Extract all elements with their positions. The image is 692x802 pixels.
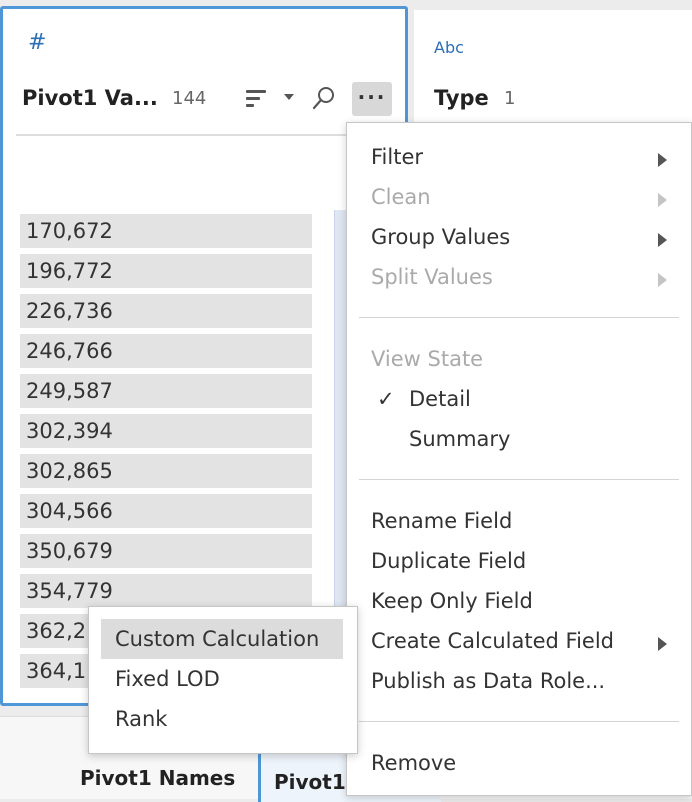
menu-item-create-calculated-field[interactable]: Create Calculated Field: [371, 629, 614, 653]
menu-item-remove[interactable]: Remove: [371, 751, 456, 775]
submenu-item-custom-calculation[interactable]: Custom Calculation: [115, 627, 319, 651]
menu-item-clean: Clean: [371, 185, 431, 209]
number-type-icon: #: [28, 30, 47, 55]
menu-item-group-values[interactable]: Group Values: [371, 225, 510, 249]
chevron-right-icon: [658, 153, 667, 167]
field-count: 144: [172, 88, 207, 109]
more-options-button[interactable]: ···: [352, 82, 392, 116]
menu-divider: [359, 479, 679, 480]
menu-divider: [359, 721, 679, 722]
header-divider: [16, 134, 394, 136]
abc-icon: Abc: [434, 38, 464, 57]
menu-item-keep-only-field[interactable]: Keep Only Field: [371, 589, 533, 613]
menu-item-summary[interactable]: Summary: [409, 427, 510, 451]
list-item[interactable]: 302,394: [20, 414, 312, 448]
list-item[interactable]: 196,772: [20, 254, 312, 288]
list-item[interactable]: 350,679: [20, 534, 312, 568]
column-header-pivot1[interactable]: Pivot1: [274, 770, 346, 794]
menu-heading-view-state: View State: [371, 347, 484, 371]
list-item[interactable]: 249,587: [20, 374, 312, 408]
menu-item-publish-as-data-role[interactable]: Publish as Data Role...: [371, 669, 605, 693]
chevron-right-icon: [658, 273, 667, 287]
menu-item-detail[interactable]: Detail: [409, 387, 471, 411]
list-item[interactable]: 354,779: [20, 574, 312, 608]
column-header-pivot1-names[interactable]: Pivot1 Names: [80, 766, 235, 790]
list-item[interactable]: 302,865: [20, 454, 312, 488]
sort-dropdown-icon[interactable]: [284, 94, 294, 100]
list-item[interactable]: 246,766: [20, 334, 312, 368]
field-context-menu: Filter Clean Group Values Split Values V…: [346, 122, 692, 796]
submenu-item-rank[interactable]: Rank: [115, 707, 167, 731]
menu-item-duplicate-field[interactable]: Duplicate Field: [371, 549, 526, 573]
field-name[interactable]: Pivot1 Va...: [22, 86, 158, 110]
menu-divider: [359, 317, 679, 318]
list-item[interactable]: 226,736: [20, 294, 312, 328]
list-item[interactable]: 304,566: [20, 494, 312, 528]
list-item[interactable]: 170,672: [20, 214, 312, 248]
calculated-field-submenu: Custom Calculation Fixed LOD Rank: [88, 606, 358, 754]
submenu-item-fixed-lod[interactable]: Fixed LOD: [115, 667, 220, 691]
chevron-right-icon: [658, 193, 667, 207]
search-icon[interactable]: [312, 86, 336, 110]
field-name[interactable]: Type: [434, 86, 489, 110]
menu-item-split-values: Split Values: [371, 265, 493, 289]
menu-item-rename-field[interactable]: Rename Field: [371, 509, 512, 533]
sort-icon[interactable]: [246, 88, 268, 110]
chevron-right-icon: [658, 637, 667, 651]
chevron-right-icon: [658, 233, 667, 247]
menu-item-filter[interactable]: Filter: [371, 145, 423, 169]
field-count: 1: [504, 88, 516, 109]
checkmark-icon: ✓: [377, 387, 395, 411]
